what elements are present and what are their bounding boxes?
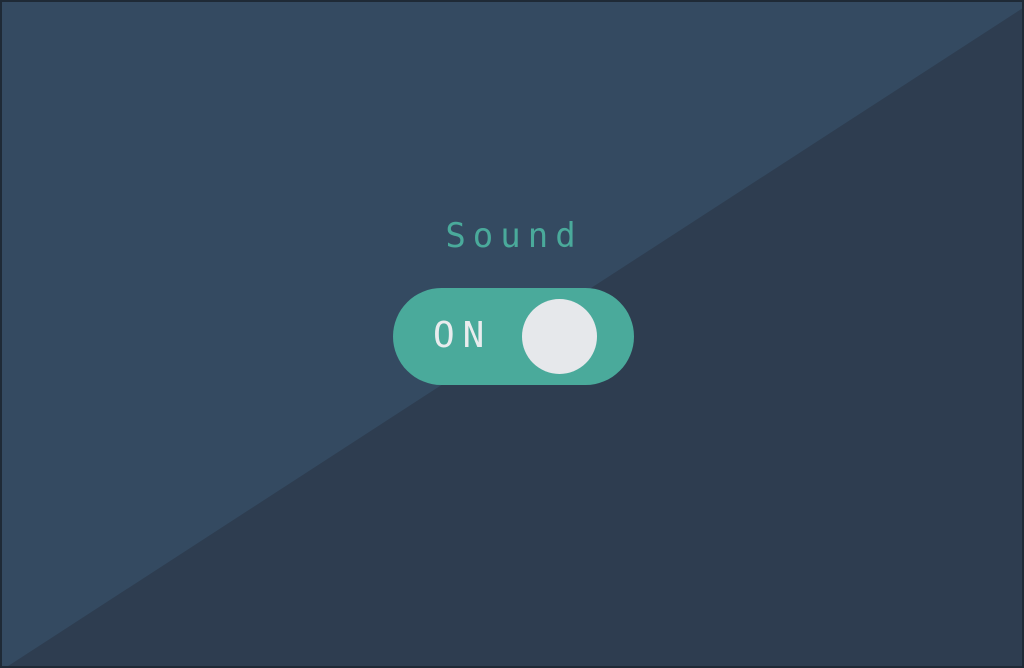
sound-label: Sound: [445, 216, 583, 256]
toggle-knob[interactable]: [522, 299, 597, 374]
sound-settings-page: Sound ON: [0, 0, 1024, 668]
sound-toggle-switch[interactable]: ON: [393, 288, 634, 385]
toggle-state-text: ON: [433, 315, 493, 356]
